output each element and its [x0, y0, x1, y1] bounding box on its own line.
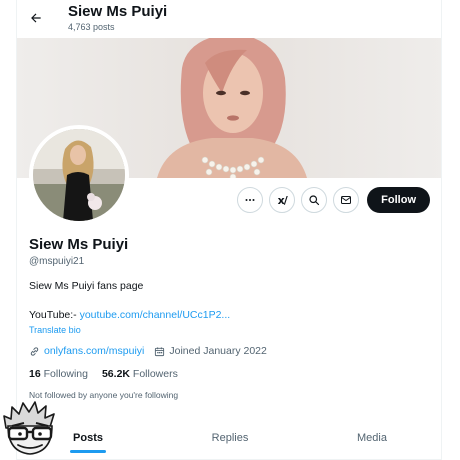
tab-media[interactable]: Media	[301, 416, 441, 459]
back-button[interactable]	[23, 6, 49, 30]
profile-actions: x/ Follow	[237, 187, 430, 213]
header-title: Siew Ms Puiyi	[68, 3, 168, 20]
avatar[interactable]	[29, 125, 129, 225]
profile-page: Siew Ms Puiyi 4,763 posts x/ Follow Siew…	[16, 0, 442, 460]
joined-item: Joined January 2022	[154, 345, 267, 357]
profile-bio: Siew Ms Puiyi fans page	[29, 280, 144, 292]
follow-stats: 16 Following 56.2K Followers	[29, 368, 178, 380]
tab-label: Media	[357, 431, 387, 444]
following-link[interactable]: 16 Following	[29, 368, 88, 380]
website-link[interactable]: onlyfans.com/mspuiyi	[44, 345, 144, 357]
profile-name: Siew Ms Puiyi	[29, 236, 129, 253]
arrow-left-icon	[31, 13, 41, 23]
calendar-icon	[155, 346, 165, 356]
profile-handle: @mspuiyi21	[29, 256, 85, 267]
follow-button[interactable]: Follow	[367, 187, 430, 213]
following-label: Following	[43, 368, 88, 380]
website-item: onlyfans.com/mspuiyi	[29, 345, 144, 357]
posts-count: 4,763 posts	[68, 22, 115, 32]
more-button[interactable]	[237, 187, 264, 213]
search-button[interactable]	[301, 187, 328, 213]
more-icon	[245, 199, 255, 201]
envelope-icon	[341, 196, 352, 204]
message-button[interactable]	[333, 187, 360, 213]
grok-button[interactable]: x/	[269, 187, 296, 213]
profile-tabs: Posts Replies Media	[17, 416, 441, 460]
avatar-photo	[33, 129, 125, 221]
followers-link[interactable]: 56.2K Followers	[102, 368, 178, 380]
translate-bio-link[interactable]: Translate bio	[29, 325, 81, 335]
youtube-link[interactable]: youtube.com/channel/UCc1P2...	[80, 309, 231, 321]
active-tab-indicator	[70, 450, 106, 453]
following-count: 16	[29, 368, 41, 380]
followers-label: Followers	[132, 368, 178, 380]
mascot-glasses-icon	[3, 401, 55, 455]
joined-date: Joined January 2022	[169, 345, 267, 357]
bio-link-line: YouTube:- youtube.com/channel/UCc1P2...	[29, 309, 230, 321]
link-icon	[30, 346, 39, 356]
bio-link-prefix: YouTube:-	[29, 309, 80, 321]
search-icon	[309, 195, 320, 206]
tab-replies[interactable]: Replies	[159, 416, 301, 459]
profile-header: Siew Ms Puiyi 4,763 posts	[17, 0, 441, 38]
profile-meta: onlyfans.com/mspuiyi Joined January 2022	[29, 345, 267, 357]
tab-label: Replies	[211, 431, 249, 444]
tab-label: Posts	[73, 431, 103, 444]
followers-count: 56.2K	[101, 368, 130, 380]
grok-icon: x/	[277, 193, 288, 207]
